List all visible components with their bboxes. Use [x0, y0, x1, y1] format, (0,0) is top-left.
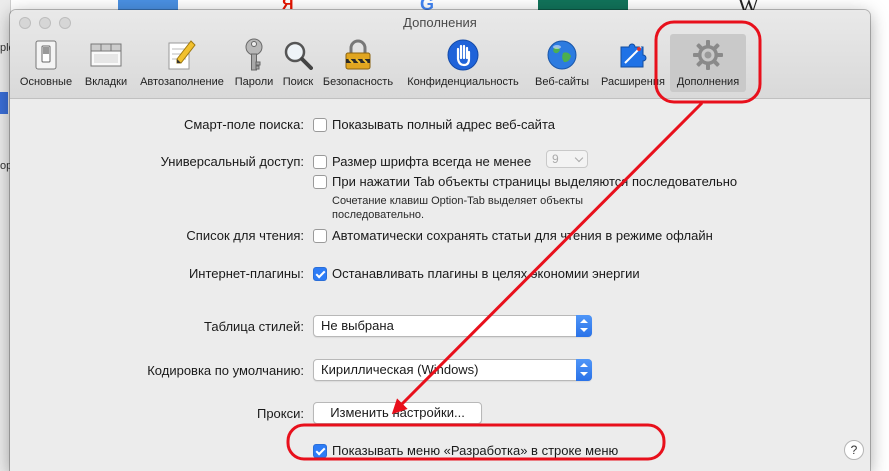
change-proxy-settings-button[interactable]: Изменить настройки... — [313, 402, 482, 424]
padlock-icon — [341, 38, 375, 72]
show-develop-menu-text: Показывать меню «Разработка» в строке ме… — [332, 443, 619, 458]
tab-websites[interactable]: Веб-сайты — [528, 34, 596, 92]
puzzle-icon — [616, 38, 650, 72]
default-encoding-label: Кодировка по умолчанию: — [147, 363, 304, 378]
window-title: Дополнения — [403, 15, 477, 30]
reading-list-offline-checkbox[interactable] — [313, 229, 327, 243]
tab-search[interactable]: Поиск — [278, 34, 318, 92]
bg-blue-mark — [0, 92, 8, 114]
show-develop-menu-checkbox[interactable] — [313, 444, 327, 458]
advanced-settings-pane: Смарт-поле поиска: Показывать полный адр… — [10, 99, 870, 471]
stop-plugins-checkbox[interactable] — [313, 267, 327, 281]
tab-security[interactable]: Безопасность — [318, 34, 398, 92]
tab-advanced[interactable]: Дополнения — [670, 34, 746, 92]
key-icon — [237, 38, 271, 72]
tab-hint-line-2: последовательно. — [332, 209, 425, 221]
min-font-size-value: 9 — [552, 152, 559, 166]
internet-plugins-label: Интернет-плагины: — [188, 266, 304, 281]
hand-icon — [446, 38, 480, 72]
stylesheet-label: Таблица стилей: — [204, 319, 304, 334]
smart-search-label: Смарт-поле поиска: — [183, 117, 304, 132]
tab-highlight-checkbox[interactable] — [313, 175, 327, 189]
default-encoding-value: Кириллическая (Windows) — [321, 362, 479, 377]
tab-extensions[interactable]: Расширения — [596, 34, 670, 92]
select-arrows-icon — [576, 315, 592, 337]
gear-icon — [691, 38, 725, 72]
show-full-address-checkbox[interactable] — [313, 118, 327, 132]
preferences-window: Дополнения Основные Вкладки Автозаполнен… — [10, 10, 870, 471]
titlebar: Дополнения Основные Вкладки Автозаполнен… — [10, 10, 870, 99]
min-font-size-text: Размер шрифта всегда не менее — [332, 154, 532, 169]
stop-plugins-text: Останавливать плагины в целях экономии э… — [332, 266, 640, 281]
tab-hint-line-1: Сочетание клавиш Option-Tab выделяет объ… — [332, 195, 584, 207]
select-arrows-icon — [576, 359, 592, 381]
show-full-address-text: Показывать полный адрес веб-сайта — [332, 117, 555, 132]
reading-list-offline-text: Автоматически сохранять статьи для чтени… — [332, 228, 713, 243]
proxy-label: Прокси: — [256, 406, 304, 421]
globe-icon — [545, 38, 579, 72]
tab-passwords[interactable]: Пароли — [230, 34, 278, 92]
reading-list-label: Список для чтения: — [186, 228, 304, 243]
chevron-down-icon — [574, 153, 584, 163]
tab-tabs[interactable]: Вкладки — [78, 34, 134, 92]
stylesheet-select[interactable]: Не выбрана — [313, 315, 592, 337]
tab-general[interactable]: Основные — [14, 34, 78, 92]
pencil-icon — [165, 38, 199, 72]
tabs-window-icon — [89, 38, 123, 72]
help-button[interactable]: ? — [844, 440, 864, 460]
tab-autofill[interactable]: Автозаполнение — [134, 34, 230, 92]
min-font-size-checkbox[interactable] — [313, 155, 327, 169]
preferences-toolbar: Основные Вкладки Автозаполнение Пароли П… — [14, 34, 746, 96]
magnifier-icon — [281, 38, 315, 72]
tab-highlight-text: При нажатии Tab объекты страницы выделяю… — [332, 174, 738, 189]
min-font-size-select[interactable]: 9 — [546, 150, 588, 168]
tab-privacy[interactable]: Конфиденциальность — [398, 34, 528, 92]
accessibility-label: Универсальный доступ: — [160, 154, 304, 169]
default-encoding-select[interactable]: Кириллическая (Windows) — [313, 359, 592, 381]
stylesheet-value: Не выбрана — [321, 318, 394, 333]
switch-icon — [29, 38, 63, 72]
